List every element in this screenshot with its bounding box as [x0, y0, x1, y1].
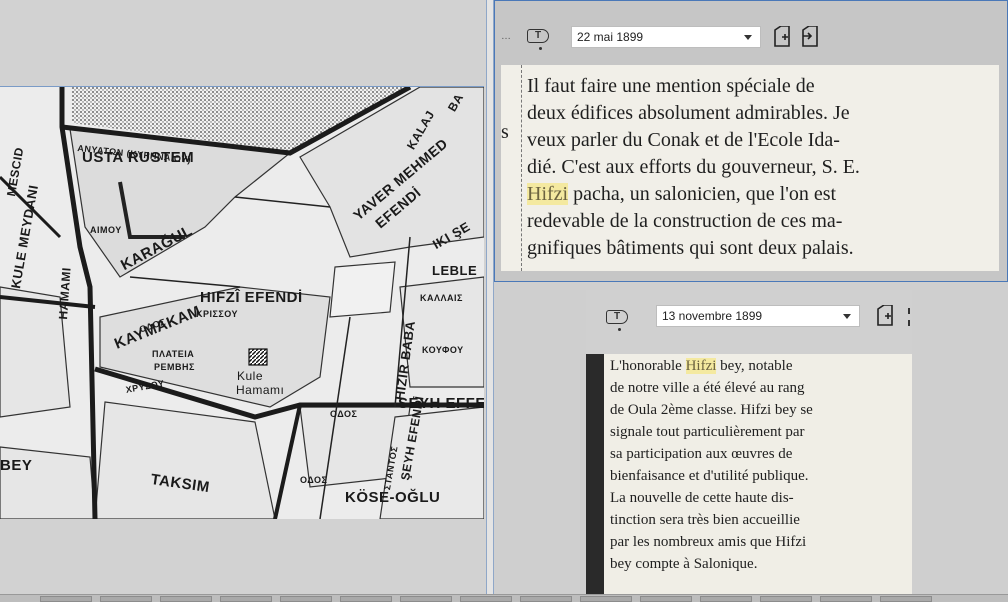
map-greek-aimoy: ΑΙΜΟΥ	[90, 225, 122, 235]
taskbar-item[interactable]	[400, 596, 452, 602]
clip-text-run: bey compte à Salonique.	[610, 556, 758, 572]
link-document-icon[interactable]	[801, 26, 819, 48]
toolbar-ellipsis: …	[501, 31, 511, 42]
tag-indicator-dot	[618, 328, 621, 331]
taskbar-item[interactable]	[40, 596, 92, 602]
map-greek-plateia: ΠΛΑΤΕΙΑ	[152, 349, 195, 359]
taskbar-item[interactable]	[700, 596, 752, 602]
map-greek-koyfoy: ΚΟΥΦΟΥ	[422, 345, 464, 355]
date-select[interactable]: 22 mai 1899	[571, 26, 761, 48]
scan-edge	[586, 354, 604, 602]
map-image[interactable]: USTA RUSTEM KARAĞUL KAYMAKAM HIFZÎ EFEND…	[0, 86, 484, 519]
chevron-down-icon	[843, 314, 851, 319]
map-greek-krissou: ΚΡΙΣΣΟΥ	[196, 309, 239, 319]
taskbar-item[interactable]	[820, 596, 872, 602]
taskbar-item[interactable]	[100, 596, 152, 602]
clip-text-run: La nouvelle de cette haute dis-	[610, 490, 794, 506]
clip-text-run: pacha, un salonicien, que l'on est	[568, 183, 837, 205]
clip-text-run: sa participation aux œuvres de	[610, 446, 793, 462]
date-select-value: 22 mai 1899	[577, 30, 644, 44]
clip-text-run: redevable de la construction de ces ma-	[527, 210, 843, 232]
taskbar-item[interactable]	[880, 596, 932, 602]
clip-text-line: deux édifices absolument admirables. Je	[527, 102, 850, 125]
clip-text-run: gnifiques bâtiments qui sont deux palais…	[527, 237, 854, 259]
clip-text-line: Il faut faire une mention spéciale de	[527, 75, 815, 98]
clip-text-run: de Oula 2ème classe. Hifzi bey se	[610, 402, 813, 418]
clip-text-run: bienfaisance et d'utilité publique.	[610, 468, 809, 484]
clip-text-line: par les nombreux amis que Hifzi	[610, 534, 806, 551]
viewer-top-toolbar: … T 22 mai 1899	[495, 17, 1007, 57]
chevron-down-icon	[744, 35, 752, 40]
tag-icon[interactable]: T	[606, 310, 628, 324]
clip-text-run: Il faut faire une mention spéciale de	[527, 75, 815, 97]
map-label-leble: LEBLE	[432, 263, 478, 278]
date-select-value: 13 novembre 1899	[662, 309, 763, 323]
clip-text-run: signale tout particulièrement par	[610, 424, 805, 440]
clipping-image-bottom[interactable]: L'honorable Hifzi bey, notable de notre v…	[586, 354, 912, 602]
map-greek-odos-2: ΟΔΟΣ	[330, 409, 358, 419]
clip-text-line: L'honorable Hifzi bey, notable	[610, 358, 793, 375]
clip-text-line: de notre ville a été élevé au rang	[610, 380, 804, 397]
column-rule	[521, 65, 523, 271]
date-select[interactable]: 13 novembre 1899	[656, 305, 860, 327]
map-greek-odos-3: ΟΔΟΣ	[300, 475, 328, 485]
clip-text-run: par les nombreux amis que Hifzi	[610, 534, 807, 550]
clip-text-line: signale tout particulièrement par	[610, 424, 805, 441]
clip-text-line: gnifiques bâtiments qui sont deux palais…	[527, 237, 854, 260]
map-greek-kallais: ΚΑΛΛΑΙΣ	[420, 293, 463, 303]
clip-text-run: bey, notable	[716, 358, 793, 374]
clip-text-run: L'honorable	[610, 358, 686, 374]
clip-text-run: tinction sera très bien accueillie	[610, 512, 800, 528]
panel-splitter[interactable]	[486, 0, 494, 602]
map-panel: USTA RUSTEM KARAĞUL KAYMAKAM HIFZÎ EFEND…	[0, 0, 488, 602]
map-label-kose-oglu: KÖSE-OĞLU	[345, 489, 441, 506]
map-label-bey: BEY	[0, 457, 33, 474]
map-label-hifzi-efendi: HIFZÎ EFENDİ	[200, 289, 303, 306]
clip-text-run: dié. C'est aux efforts du gouverneur, S.…	[527, 156, 860, 178]
margin-letter: s	[501, 121, 509, 143]
clip-text-run: veux parler du Conak et de l'Ecole Ida-	[527, 129, 840, 151]
map-label-kule: Kule	[237, 369, 264, 383]
taskbar-item[interactable]	[160, 596, 212, 602]
map-label-hamami: Hamamı	[236, 383, 285, 397]
taskbar-item[interactable]	[220, 596, 272, 602]
clip-text-line: dié. C'est aux efforts du gouverneur, S.…	[527, 156, 860, 179]
add-document-icon[interactable]	[773, 26, 791, 48]
taskbar-item[interactable]	[340, 596, 392, 602]
clip-text-line: bienfaisance et d'utilité publique.	[610, 468, 808, 485]
clip-text-line: La nouvelle de cette haute dis-	[610, 490, 794, 507]
clipping-viewer-top: … T 22 mai 1899 s Il faut faire une ment…	[494, 0, 1008, 282]
taskbar	[0, 594, 1008, 602]
taskbar-item[interactable]	[460, 596, 512, 602]
clip-text-run: deux édifices absolument admirables. Je	[527, 102, 850, 124]
clip-text-line: Hifzi pacha, un salonicien, que l'on est	[527, 183, 836, 206]
clip-text-line: veux parler du Conak et de l'Ecole Ida-	[527, 129, 840, 152]
search-highlight: Hifzi	[685, 358, 717, 374]
taskbar-item[interactable]	[280, 596, 332, 602]
search-highlight: Hifzi	[527, 183, 569, 205]
clip-text-line: bey compte à Salonique.	[610, 556, 757, 573]
tag-indicator-dot	[539, 47, 542, 50]
taskbar-item[interactable]	[640, 596, 692, 602]
clip-text-line: tinction sera très bien accueillie	[610, 512, 800, 529]
clipping-image-top[interactable]: s Il faut faire une mention spéciale de d…	[501, 65, 999, 271]
add-document-icon[interactable]	[876, 305, 894, 327]
viewer-bottom-margin	[912, 290, 1008, 602]
map-greek-remvis: ΡΕΜΒΗΣ	[154, 362, 195, 372]
taskbar-item[interactable]	[520, 596, 572, 602]
tag-icon[interactable]: T	[527, 29, 549, 43]
taskbar-item[interactable]	[580, 596, 632, 602]
clip-text-line: sa participation aux œuvres de	[610, 446, 792, 463]
clipping-viewer-bottom: T 13 novembre 1899 L'honorable Hifzi bey…	[586, 290, 912, 602]
clip-text-run: de notre ville a été élevé au rang	[610, 380, 805, 396]
clip-text-line: redevable de la construction de ces ma-	[527, 210, 842, 233]
taskbar-item[interactable]	[760, 596, 812, 602]
clip-text-line: de Oula 2ème classe. Hifzi bey se	[610, 402, 813, 419]
